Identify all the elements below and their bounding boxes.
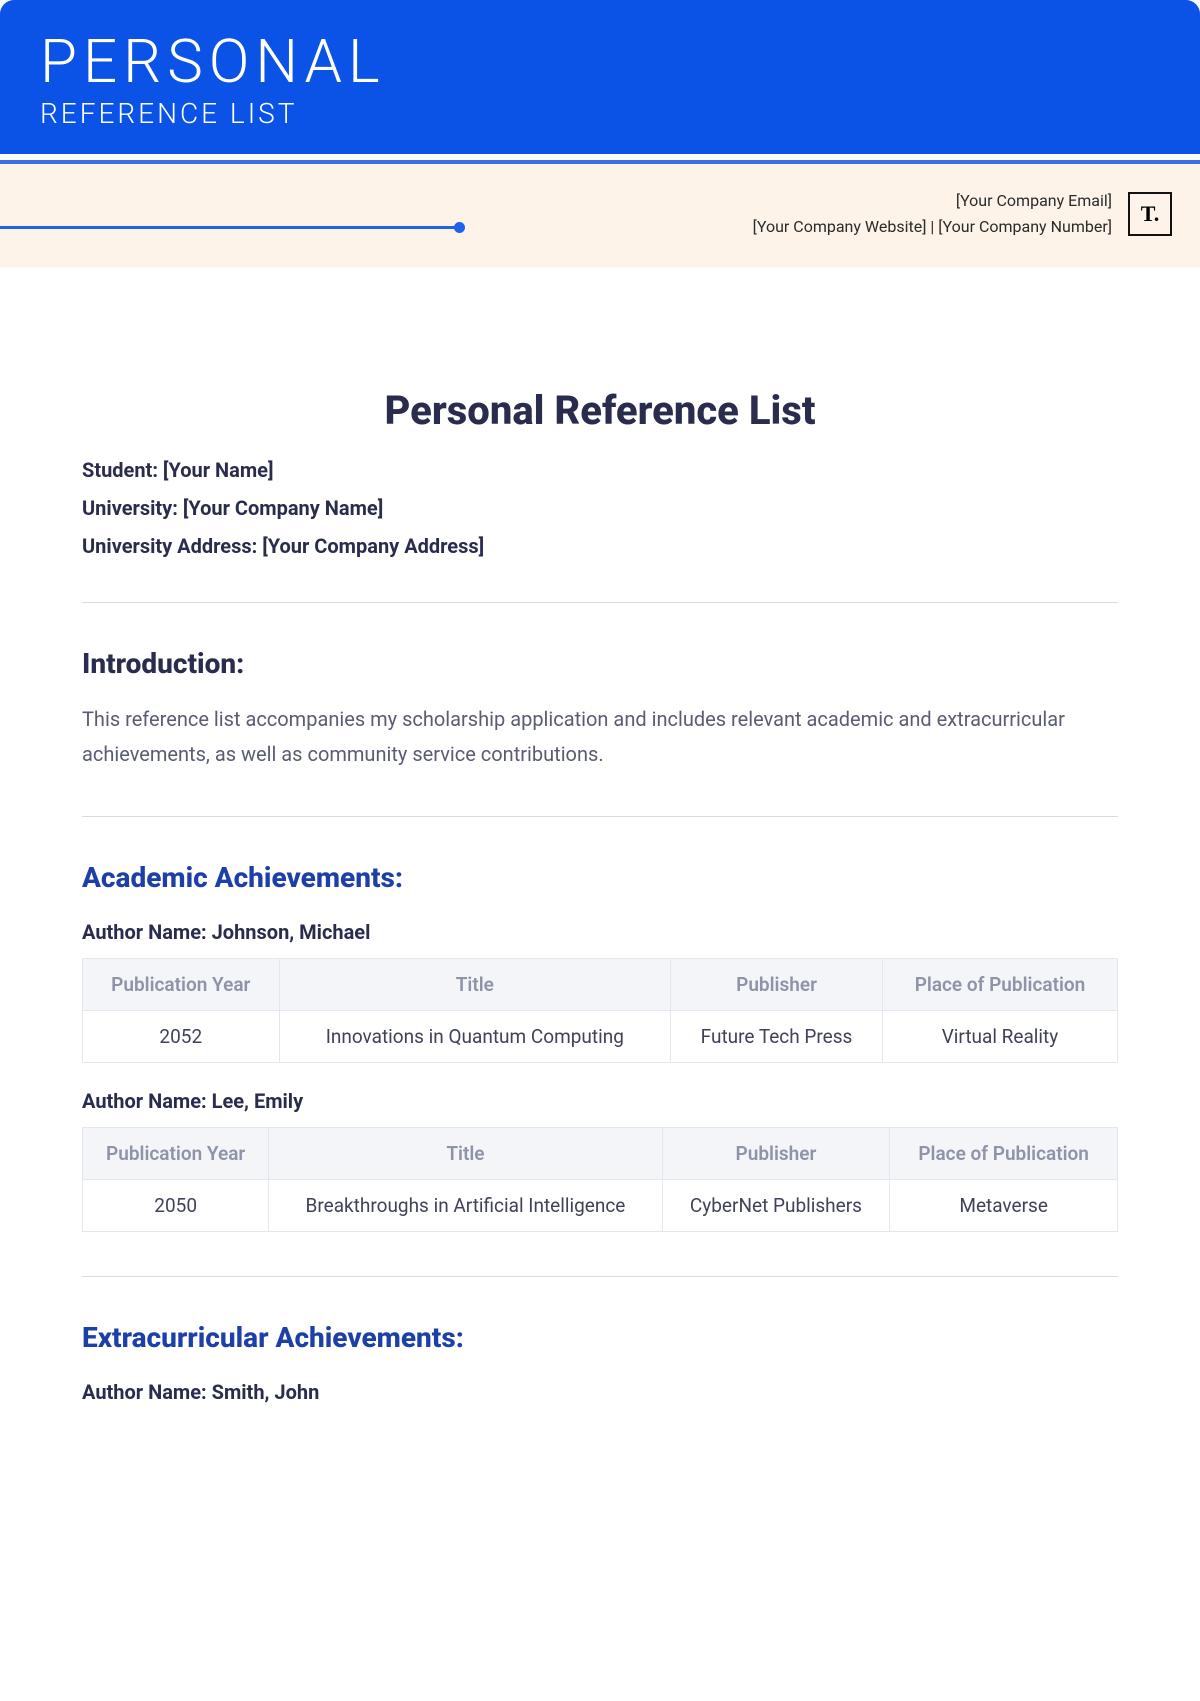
academic-heading: Academic Achievements:	[82, 861, 1118, 894]
meta-student: Student: [Your Name]	[82, 458, 1118, 482]
table-header-row: Publication Year Title Publisher Place o…	[83, 1128, 1118, 1180]
intro-text: This reference list accompanies my schol…	[82, 702, 1118, 772]
author-line: Author Name: Lee, Emily	[82, 1089, 1118, 1113]
section-divider	[82, 602, 1118, 603]
col-place: Place of Publication	[882, 959, 1117, 1011]
brand-logo-text: T.	[1141, 201, 1160, 227]
header-title: PERSONAL	[40, 30, 1160, 93]
col-title: Title	[269, 1128, 662, 1180]
col-place: Place of Publication	[890, 1128, 1118, 1180]
academic-table: Publication Year Title Publisher Place o…	[82, 1127, 1118, 1232]
extracurricular-heading: Extracurricular Achievements:	[82, 1321, 1118, 1354]
contact-line-2: [Your Company Website] | [Your Company N…	[460, 214, 1112, 240]
header-banner: PERSONAL REFERENCE LIST	[0, 0, 1200, 154]
col-publication-year: Publication Year	[83, 1128, 269, 1180]
meta-university: University: [Your Company Name]	[82, 496, 1118, 520]
meta-address: University Address: [Your Company Addres…	[82, 534, 1118, 558]
document-body: Personal Reference List Student: [Your N…	[0, 267, 1200, 1458]
author-line: Author Name: Johnson, Michael	[82, 920, 1118, 944]
cell-publisher: Future Tech Press	[671, 1011, 883, 1063]
contact-email: [Your Company Email]	[460, 188, 1112, 214]
col-publisher: Publisher	[662, 1128, 890, 1180]
table-row: 2050 Breakthroughs in Artificial Intelli…	[83, 1180, 1118, 1232]
author-line: Author Name: Smith, John	[82, 1380, 1118, 1404]
section-divider	[82, 1276, 1118, 1277]
document-page: PERSONAL REFERENCE LIST [Your Company Em…	[0, 0, 1200, 1458]
cell-place: Virtual Reality	[882, 1011, 1117, 1063]
contact-strip: [Your Company Email] [Your Company Websi…	[0, 164, 1200, 267]
col-publication-year: Publication Year	[83, 959, 280, 1011]
table-row: 2052 Innovations in Quantum Computing Fu…	[83, 1011, 1118, 1063]
cell-publisher: CyberNet Publishers	[662, 1180, 890, 1232]
accent-rail	[0, 226, 460, 229]
section-divider	[82, 816, 1118, 817]
cell-title: Breakthroughs in Artificial Intelligence	[269, 1180, 662, 1232]
col-publisher: Publisher	[671, 959, 883, 1011]
cell-place: Metaverse	[890, 1180, 1118, 1232]
page-title: Personal Reference List	[82, 387, 1118, 434]
cell-title: Innovations in Quantum Computing	[279, 1011, 671, 1063]
col-title: Title	[279, 959, 671, 1011]
academic-table: Publication Year Title Publisher Place o…	[82, 958, 1118, 1063]
table-header-row: Publication Year Title Publisher Place o…	[83, 959, 1118, 1011]
cell-year: 2052	[83, 1011, 280, 1063]
contact-text: [Your Company Email] [Your Company Websi…	[460, 188, 1128, 239]
brand-logo: T.	[1128, 192, 1172, 236]
cell-year: 2050	[83, 1180, 269, 1232]
header-subtitle: REFERENCE LIST	[40, 97, 1160, 130]
intro-heading: Introduction:	[82, 647, 1118, 680]
